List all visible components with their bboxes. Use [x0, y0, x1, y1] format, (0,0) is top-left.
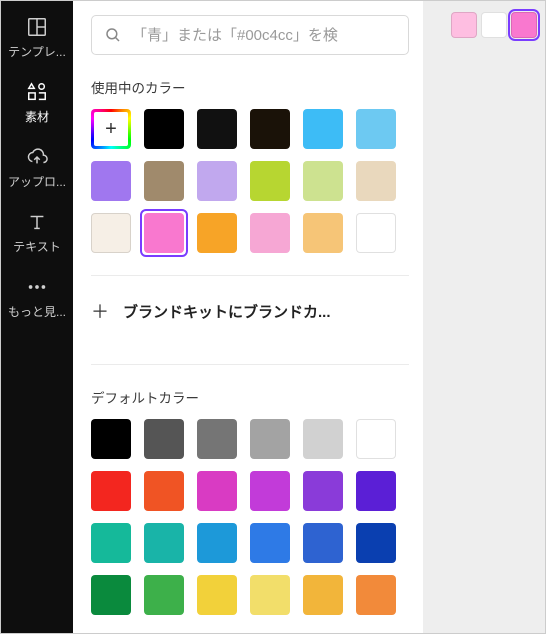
- color-swatch[interactable]: [303, 419, 343, 459]
- color-swatch[interactable]: [303, 575, 343, 615]
- left-rail: テンプレ... 素材 アップロ... テキスト もっと見...: [1, 1, 73, 633]
- rail-templates[interactable]: テンプレ...: [1, 5, 73, 70]
- more-icon: [25, 275, 49, 299]
- default-swatch-grid: [91, 419, 409, 615]
- object-color-swatch[interactable]: [481, 12, 507, 38]
- color-swatch[interactable]: [197, 109, 237, 149]
- object-color-swatch[interactable]: [451, 12, 477, 38]
- color-swatch[interactable]: [356, 161, 396, 201]
- color-swatch[interactable]: [144, 471, 184, 511]
- inuse-swatch-grid: +: [91, 109, 409, 253]
- color-swatch[interactable]: [250, 109, 290, 149]
- color-swatch[interactable]: [250, 575, 290, 615]
- color-swatch[interactable]: [356, 109, 396, 149]
- color-swatch[interactable]: [197, 213, 237, 253]
- color-swatch[interactable]: [250, 471, 290, 511]
- color-swatch[interactable]: [91, 471, 131, 511]
- color-swatch[interactable]: [356, 419, 396, 459]
- brand-text: ブランドキットにブランドカ...: [123, 301, 331, 322]
- color-swatch[interactable]: [197, 523, 237, 563]
- color-swatch[interactable]: [197, 471, 237, 511]
- rail-label: 素材: [25, 108, 49, 125]
- color-swatch[interactable]: [197, 161, 237, 201]
- color-search[interactable]: [91, 15, 409, 55]
- plus-icon: ＋: [91, 298, 109, 324]
- color-swatch[interactable]: [303, 213, 343, 253]
- color-swatch[interactable]: [144, 523, 184, 563]
- color-swatch[interactable]: [144, 419, 184, 459]
- rail-elements[interactable]: 素材: [1, 70, 73, 135]
- color-swatch[interactable]: [144, 161, 184, 201]
- color-swatch[interactable]: [91, 419, 131, 459]
- canvas-area: [423, 1, 545, 633]
- color-swatch[interactable]: [250, 419, 290, 459]
- color-swatch[interactable]: [197, 575, 237, 615]
- plus-icon: +: [94, 112, 128, 146]
- selected-color-swatches: [451, 12, 537, 38]
- color-swatch[interactable]: [91, 213, 131, 253]
- object-color-swatch[interactable]: [511, 12, 537, 38]
- color-swatch[interactable]: [356, 575, 396, 615]
- inuse-title: 使用中のカラー: [91, 77, 409, 97]
- color-swatch[interactable]: [144, 213, 184, 253]
- color-swatch[interactable]: [91, 575, 131, 615]
- add-brand-colors[interactable]: ＋ ブランドキットにブランドカ...: [91, 276, 409, 342]
- color-swatch[interactable]: [356, 523, 396, 563]
- color-swatch[interactable]: [303, 523, 343, 563]
- divider: [91, 364, 409, 365]
- shapes-icon: [25, 80, 49, 104]
- rail-more[interactable]: もっと見...: [1, 265, 73, 330]
- color-swatch[interactable]: [356, 213, 396, 253]
- text-icon: [25, 210, 49, 234]
- rail-label: テンプレ...: [8, 43, 66, 60]
- color-swatch[interactable]: [303, 471, 343, 511]
- rail-uploads[interactable]: アップロ...: [1, 135, 73, 200]
- color-swatch[interactable]: [144, 109, 184, 149]
- color-swatch[interactable]: [250, 213, 290, 253]
- rail-label: もっと見...: [8, 303, 66, 320]
- color-swatch[interactable]: [250, 161, 290, 201]
- cloud-upload-icon: [25, 145, 49, 169]
- color-swatch[interactable]: [250, 523, 290, 563]
- layout-icon: [25, 15, 49, 39]
- rail-label: テキスト: [13, 238, 61, 255]
- search-icon: [104, 26, 122, 44]
- rail-text[interactable]: テキスト: [1, 200, 73, 265]
- color-swatch[interactable]: [91, 523, 131, 563]
- default-title: デフォルトカラー: [91, 387, 409, 407]
- color-swatch[interactable]: [356, 471, 396, 511]
- color-swatch[interactable]: [303, 161, 343, 201]
- add-color-swatch[interactable]: +: [91, 109, 131, 149]
- color-swatch[interactable]: [303, 109, 343, 149]
- color-panel: 使用中のカラー + ＋ ブランドキットにブランドカ... デフォルトカラー: [73, 1, 423, 633]
- color-swatch[interactable]: [91, 161, 131, 201]
- search-input[interactable]: [132, 27, 396, 44]
- rail-label: アップロ...: [8, 173, 66, 190]
- color-swatch[interactable]: [197, 419, 237, 459]
- color-swatch[interactable]: [144, 575, 184, 615]
